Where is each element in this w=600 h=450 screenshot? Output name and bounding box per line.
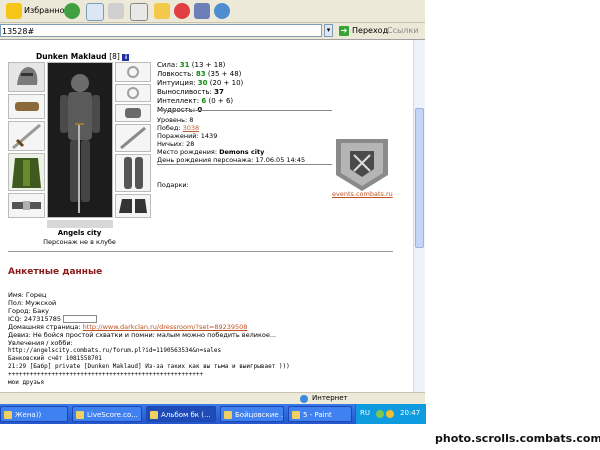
q-plusline: ++++++++++++++++++++++++++++++++++++++++…	[8, 371, 204, 378]
q-motto: Девиз: Не бойся простой схватки и помни:…	[8, 331, 277, 339]
research-icon[interactable]	[194, 3, 210, 19]
volume-icon[interactable]	[386, 410, 394, 418]
star-icon[interactable]	[6, 3, 22, 19]
clan-link[interactable]: events.combats.ru	[332, 190, 393, 198]
go-arrow-icon: ➔	[339, 26, 349, 36]
links-button[interactable]: Ссылки	[387, 24, 418, 38]
task-item-1[interactable]: Жена))	[0, 406, 68, 422]
armor-slot[interactable]	[8, 153, 45, 191]
stat-agility: Ловкость: 83 (35 + 48)	[157, 70, 242, 78]
window-icon	[150, 411, 158, 419]
club-status: Персонаж не в клубе	[43, 238, 116, 246]
clock: 20:47	[400, 409, 421, 417]
q-name: Имя: Горец	[8, 291, 47, 299]
address-input[interactable]: 13528#	[0, 24, 322, 37]
character-name: Dunken Maklaud [8] i	[36, 52, 130, 61]
info-icon[interactable]: i	[122, 53, 130, 61]
users-icon[interactable]	[214, 3, 230, 19]
task-item-4[interactable]: Бойцовские ...	[220, 406, 284, 422]
q-hobby-url: http://angelscity.combats.ru/forum.pl?id…	[8, 347, 222, 354]
task-item-5[interactable]: 5 - Paint	[288, 406, 352, 422]
gloves-slot[interactable]	[115, 104, 151, 122]
mail-icon[interactable]	[86, 3, 104, 21]
print-icon[interactable]	[108, 3, 124, 19]
q-gender: Пол: Мужской	[8, 299, 57, 307]
gifts-label: Подарки:	[157, 181, 189, 189]
icq-status-box	[63, 315, 98, 323]
bracer-slot[interactable]	[8, 94, 45, 119]
clan-emblem[interactable]	[332, 135, 392, 193]
browser-toolbar: Избранное	[0, 0, 425, 23]
character-city: Angels city	[57, 229, 102, 237]
info-birthplace: Место рождения: Demons city	[157, 148, 265, 156]
ring-slot-2[interactable]	[115, 84, 151, 102]
q-homepage: Домашняя страница: http://www.darkclan.r…	[8, 323, 248, 331]
equipment-panel	[8, 62, 151, 228]
section-divider	[8, 251, 393, 252]
tray-icon[interactable]	[376, 410, 384, 418]
helmet-slot[interactable]	[8, 62, 45, 92]
system-tray: RU 20:47	[355, 404, 426, 424]
legs-slot[interactable]	[115, 154, 151, 192]
stat-intellect: Интеллект: 6 (0 + 6)	[157, 97, 234, 105]
window-icon	[4, 411, 12, 419]
window-icon	[76, 411, 84, 419]
stats-divider	[157, 110, 332, 111]
homepage-link[interactable]: http://www.darkclan.ru/dressroom/?set=89…	[83, 323, 248, 331]
address-dropdown[interactable]: ▾	[324, 24, 333, 37]
messenger-icon[interactable]	[154, 3, 170, 19]
q-icq: ICQ: 247315785	[8, 315, 98, 323]
belt-slot[interactable]	[8, 193, 45, 218]
character-figure[interactable]	[47, 62, 113, 218]
questionnaire-title: Анкетные данные	[8, 267, 103, 277]
q-city: Город: Баку	[8, 307, 50, 315]
address-bar: 13528# ▾ ➔ Переход Ссылки	[0, 23, 425, 40]
info-level: Уровень: 8	[157, 116, 194, 124]
offhand-slot[interactable]	[115, 124, 151, 152]
stat-strength: Сила: 31 (13 + 18)	[157, 61, 226, 69]
info-draws: Ничьих: 28	[157, 140, 195, 148]
at-icon[interactable]	[174, 3, 190, 19]
go-button[interactable]: ➔ Переход	[339, 24, 388, 38]
task-item-3[interactable]: Альбом бк (...	[146, 406, 216, 422]
q-hobby-label: Увлечения / хобби:	[8, 339, 73, 347]
q-chat: 21:29 [Бабр] private [Dunken Maklaud] Из…	[8, 363, 290, 370]
globe-icon	[300, 395, 308, 403]
ring-slot-1[interactable]	[115, 62, 151, 82]
vertical-scrollbar[interactable]	[413, 40, 425, 392]
q-bank: Банковский счёт 1081558701	[8, 355, 102, 362]
scrollbar-thumb[interactable]	[415, 108, 424, 248]
page-content: Dunken Maklaud [8] i Angels city Персона…	[0, 40, 413, 392]
history-icon[interactable]	[64, 3, 80, 19]
hp-bar	[47, 220, 113, 228]
info-wins: Побед: 3038	[157, 124, 200, 132]
wins-link[interactable]: 3038	[183, 124, 200, 132]
edit-icon[interactable]	[130, 3, 148, 21]
boots-slot[interactable]	[115, 194, 151, 218]
task-item-2[interactable]: LiveScore.co...	[72, 406, 142, 422]
zone-label: Интернет	[312, 394, 348, 402]
info-divider	[157, 164, 332, 165]
language-indicator[interactable]: RU	[360, 409, 370, 417]
window-icon	[224, 411, 232, 419]
watermark: photo.scrolls.combats.com	[435, 432, 600, 445]
stat-endurance: Выносливость: 37	[157, 88, 224, 96]
info-losses: Поражений: 1439	[157, 132, 218, 140]
weapon-slot[interactable]	[8, 121, 45, 151]
info-birthday: День рождения персонажа: 17.06.05 14:45	[157, 156, 306, 164]
stat-intuition: Интуиция: 30 (20 + 10)	[157, 79, 244, 87]
q-friends: мои друзья	[8, 379, 45, 386]
favorites-button[interactable]: Избранное	[24, 6, 69, 15]
taskbar: Жена)) LiveScore.co... Альбом бк (... Бо…	[0, 404, 426, 424]
paint-icon	[292, 411, 300, 419]
